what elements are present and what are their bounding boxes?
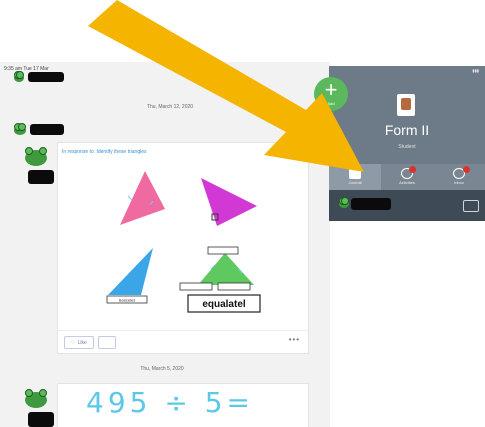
more-options-icon[interactable]: ••• (289, 335, 300, 344)
plus-icon: + (324, 77, 338, 102)
redacted-name (28, 72, 64, 82)
label-box (179, 282, 213, 291)
screen: 9:35 am Tue 17 Mar Thu, March 12, 2020 I… (0, 0, 485, 427)
post-card[interactable]: 495 ÷ 5= (57, 383, 309, 427)
tab-journal[interactable]: Journal (329, 164, 381, 190)
redacted-name (28, 412, 54, 427)
pink-triangle (120, 171, 165, 225)
notification-dot-icon (409, 166, 416, 173)
post-actions: ♡ Like ••• (58, 330, 308, 353)
battery-status-icon: ▮▮▮ (472, 68, 479, 73)
heart-icon: ♡ (71, 339, 76, 346)
calendar-button-icon[interactable] (98, 336, 116, 349)
class-panel: ▮▮▮ Form II Student Journal Activities I… (329, 66, 485, 221)
blue-triangle (108, 248, 153, 295)
post-card[interactable]: In response to: Identify these triangles… (57, 142, 309, 354)
label-box (217, 282, 251, 291)
journal-icon (349, 168, 361, 179)
like-button[interactable]: ♡ Like (64, 336, 94, 349)
add-label: Add (327, 101, 335, 106)
add-button[interactable]: + Add (314, 77, 348, 111)
redacted-name (30, 124, 64, 135)
label-box (207, 246, 239, 255)
tab-activities[interactable]: Activities (381, 164, 433, 190)
frog-avatar-icon (25, 147, 47, 166)
frog-avatar-icon (14, 71, 24, 82)
school-badge-icon (397, 94, 415, 116)
triangles-drawing: isosceles equalatel (106, 171, 261, 313)
user-role: Student (398, 144, 416, 150)
purple-triangle (201, 178, 257, 226)
redacted-name (28, 170, 54, 184)
date-header-1: Thu, March 12, 2020 (146, 104, 194, 110)
frog-avatar-icon (25, 389, 47, 408)
green-triangle (198, 253, 254, 285)
notification-dot-icon (463, 166, 470, 173)
student-row[interactable] (329, 190, 485, 221)
label-isosceles: isosceles (119, 298, 135, 303)
frog-avatar-icon (339, 197, 349, 208)
class-name: Form II (384, 122, 430, 138)
handwritten-math: 495 ÷ 5= (86, 386, 254, 419)
tab-bar: Journal Activities Inbox (329, 164, 485, 190)
label-equalatel: equalatel (202, 299, 246, 310)
tab-inbox[interactable]: Inbox (433, 164, 485, 190)
date-header-2: Thu, March 5, 2020 (140, 366, 184, 372)
frog-avatar-icon (14, 123, 26, 135)
top-user (12, 71, 82, 86)
calendar-icon[interactable] (463, 200, 479, 212)
redacted-name (351, 198, 391, 210)
like-label: Like (77, 339, 87, 346)
